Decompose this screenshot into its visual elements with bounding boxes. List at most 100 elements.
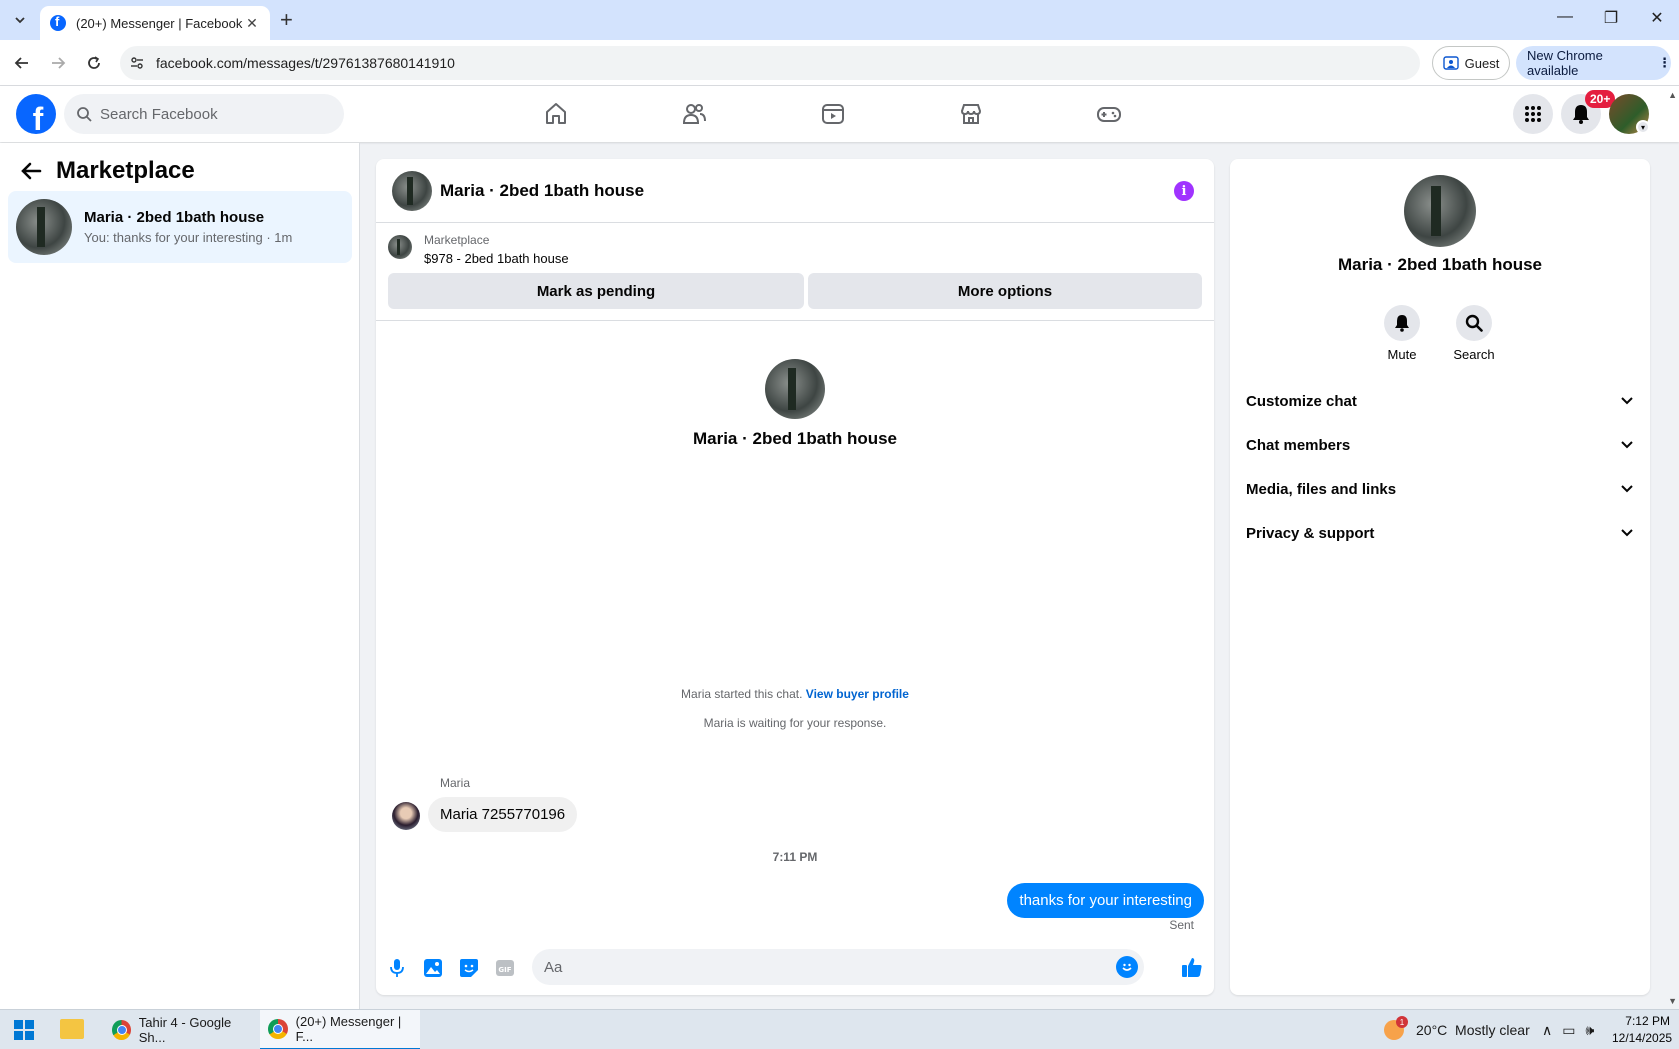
page-title: Marketplace xyxy=(56,157,195,184)
video-nav-icon[interactable] xyxy=(813,94,853,134)
tab-close-icon[interactable]: ✕ xyxy=(244,15,260,32)
facebook-search-box[interactable] xyxy=(64,94,344,134)
new-tab-plus-icon[interactable]: + xyxy=(280,8,293,32)
browser-toolbar: facebook.com/messages/t/2976138768014191… xyxy=(0,40,1679,86)
listing-banner: Marketplace $978 - 2bed 1bath house Mark… xyxy=(376,223,1214,321)
sent-status: Sent xyxy=(1169,918,1194,932)
tab-search-chevron-icon[interactable] xyxy=(8,8,32,32)
sticker-icon[interactable] xyxy=(458,957,480,979)
windows-taskbar: Tahir 4 - Google Sh... (20+) Messenger |… xyxy=(0,1009,1679,1049)
taskbar-app-label: (20+) Messenger | F... xyxy=(295,1014,402,1044)
incoming-message-bubble[interactable]: Maria 7255770196 xyxy=(428,797,578,832)
weather-text: 20°C Mostly clear xyxy=(1416,1022,1530,1038)
weather-widget[interactable]: 1 20°C Mostly clear xyxy=(1384,1010,1530,1049)
back-arrow-icon[interactable] xyxy=(10,51,34,75)
weather-alert-badge: 1 xyxy=(1396,1016,1408,1028)
section-label: Chat members xyxy=(1246,436,1351,454)
photo-attach-icon[interactable] xyxy=(422,957,444,979)
new-chrome-available-button[interactable]: New Chrome available ⋮ xyxy=(1516,46,1671,80)
bell-icon xyxy=(1384,305,1420,341)
window-close-icon[interactable]: ✕ xyxy=(1637,8,1677,28)
details-name[interactable]: Maria · 2bed 1bath house xyxy=(1230,255,1650,275)
reload-icon[interactable] xyxy=(82,51,106,75)
scroll-up-arrow-icon[interactable]: ▲ xyxy=(1668,90,1677,100)
waiting-text: Maria is waiting for your response. xyxy=(703,716,887,730)
chrome-icon xyxy=(268,1019,288,1039)
emoji-icon[interactable] xyxy=(1116,956,1138,978)
section-label: Privacy & support xyxy=(1246,524,1375,542)
sender-name: Maria xyxy=(440,776,471,790)
file-explorer-icon[interactable] xyxy=(60,1019,84,1039)
message-input-box[interactable] xyxy=(532,949,1144,985)
message-timestamp: 7:11 PM xyxy=(772,850,818,864)
tab-title: (20+) Messenger | Facebook xyxy=(76,15,243,31)
mark-as-pending-button[interactable]: Mark as pending xyxy=(388,273,804,309)
windows-start-icon[interactable] xyxy=(14,1020,34,1040)
facebook-search-input[interactable] xyxy=(100,105,320,123)
facebook-logo-icon[interactable]: f xyxy=(16,94,56,134)
back-arrow-icon[interactable] xyxy=(20,161,42,181)
minimize-icon[interactable]: — xyxy=(1545,8,1585,26)
chevron-down-icon xyxy=(1621,397,1633,405)
restore-icon[interactable]: ❐ xyxy=(1591,8,1631,28)
chat-header-name[interactable]: Maria · 2bed 1bath house xyxy=(440,181,644,201)
marketplace-nav-icon[interactable] xyxy=(951,94,991,134)
browser-tab-messenger[interactable]: (20+) Messenger | Facebook ✕ xyxy=(40,6,270,40)
mute-label: Mute xyxy=(1387,347,1417,362)
search-in-conversation-button[interactable]: Search xyxy=(1444,305,1504,362)
gaming-nav-icon[interactable] xyxy=(1089,94,1129,134)
network-icon[interactable]: ▭ xyxy=(1562,1022,1575,1039)
section-label: Customize chat xyxy=(1246,392,1357,410)
privacy-support-section[interactable]: Privacy & support xyxy=(1246,513,1634,553)
taskbar-app-messenger[interactable]: (20+) Messenger | F... xyxy=(260,1010,420,1049)
outgoing-message-bubble[interactable]: thanks for your interesting xyxy=(1007,883,1204,918)
more-options-button[interactable]: More options xyxy=(808,273,1202,309)
friends-nav-icon[interactable] xyxy=(674,94,714,134)
conversation-name: Maria · 2bed 1bath house xyxy=(84,209,265,226)
conversation-item[interactable]: Maria · 2bed 1bath house You: thanks for… xyxy=(8,191,352,263)
customize-chat-section[interactable]: Customize chat xyxy=(1246,381,1634,421)
search-label: Search xyxy=(1453,347,1495,362)
chat-intro-name: Maria · 2bed 1bath house xyxy=(692,429,898,448)
address-bar[interactable]: facebook.com/messages/t/2976138768014191… xyxy=(120,46,1420,80)
clock-date: 12/14/2025 xyxy=(1612,1031,1673,1045)
listing-title[interactable]: $978 - 2bed 1bath house xyxy=(424,251,569,266)
mute-button[interactable]: Mute xyxy=(1372,305,1432,362)
view-buyer-profile-link[interactable]: View buyer profile xyxy=(806,687,909,701)
marketplace-header: Marketplace xyxy=(20,157,195,185)
media-files-links-section[interactable]: Media, files and links xyxy=(1246,469,1634,509)
chat-header-avatar[interactable] xyxy=(392,170,432,211)
listing-source: Marketplace xyxy=(424,233,490,247)
svg-text:GIF: GIF xyxy=(498,966,511,974)
thumbs-up-icon[interactable] xyxy=(1180,955,1204,979)
chat-started-text: Maria started this chat. xyxy=(681,687,803,701)
message-input[interactable] xyxy=(544,958,1084,976)
chat-members-section[interactable]: Chat members xyxy=(1246,425,1634,465)
microphone-icon[interactable] xyxy=(386,957,408,979)
volume-icon[interactable]: 🕪 xyxy=(1585,1022,1594,1039)
chat-details-panel: Maria · 2bed 1bath house Mute Search Cus… xyxy=(1230,159,1650,995)
search-icon xyxy=(77,107,92,122)
taskbar-app-sheets[interactable]: Tahir 4 - Google Sh... xyxy=(104,1010,254,1049)
site-settings-icon[interactable] xyxy=(130,56,144,70)
chevron-down-icon xyxy=(1621,441,1633,449)
chrome-icon xyxy=(112,1020,131,1040)
menu-grid-icon[interactable] xyxy=(1513,94,1553,134)
search-icon xyxy=(1456,305,1492,341)
info-icon[interactable]: i xyxy=(1174,181,1194,201)
home-nav-icon[interactable] xyxy=(536,94,576,134)
details-avatar[interactable] xyxy=(1404,175,1476,247)
message-composer: GIF xyxy=(376,939,1214,995)
kebab-menu-icon[interactable]: ⋮ xyxy=(1658,55,1671,71)
system-clock[interactable]: 7:12 PM 12/14/2025 xyxy=(1612,1013,1673,1047)
sender-avatar[interactable] xyxy=(392,802,420,830)
url-text: facebook.com/messages/t/2976138768014191… xyxy=(156,55,455,71)
show-hidden-icons-chevron-up-icon[interactable]: ∧ xyxy=(1542,1022,1552,1039)
listing-thumbnail xyxy=(16,199,72,255)
scroll-down-arrow-icon[interactable]: ▼ xyxy=(1668,996,1677,1006)
guest-profile-button[interactable]: Guest xyxy=(1432,46,1510,80)
forward-arrow-icon[interactable] xyxy=(46,51,70,75)
gif-icon[interactable]: GIF xyxy=(494,957,516,979)
chat-header: Maria · 2bed 1bath house i xyxy=(376,159,1214,223)
account-chevron-down-icon[interactable]: ▾ xyxy=(1636,120,1650,134)
